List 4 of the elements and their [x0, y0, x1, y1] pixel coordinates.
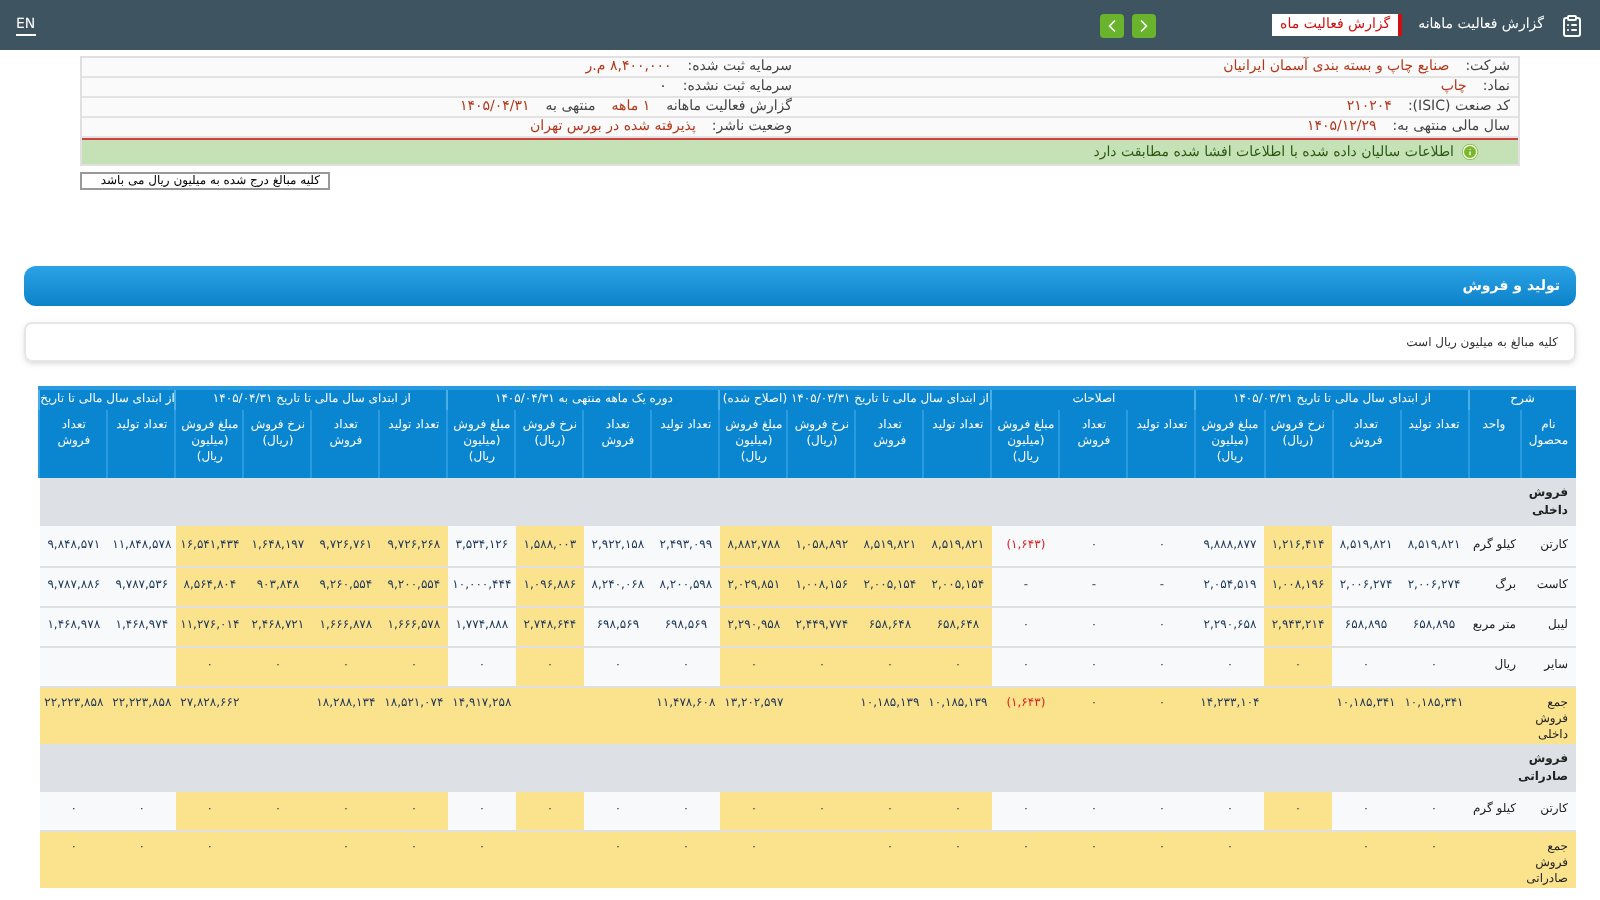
- next-button[interactable]: [1132, 13, 1157, 37]
- clipboard-icon: [1560, 13, 1584, 37]
- info-icon: [1462, 144, 1478, 160]
- previous-button[interactable]: [1100, 13, 1125, 37]
